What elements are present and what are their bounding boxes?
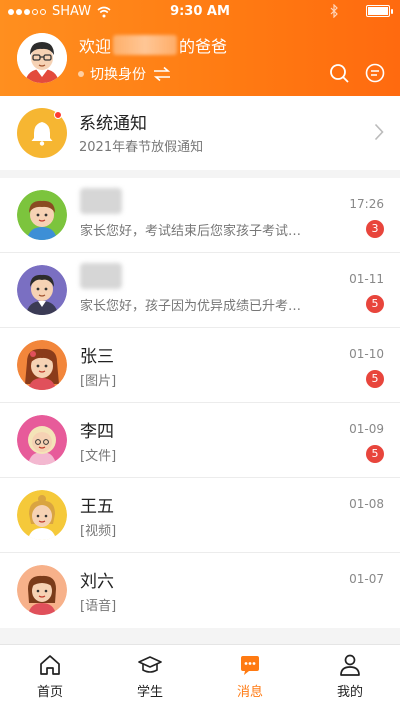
user-avatar[interactable]: [17, 33, 67, 83]
welcome-prefix: 欢迎: [79, 37, 112, 56]
message-row[interactable]: 张三 [图片] 01-10 5: [0, 328, 400, 403]
notice-subtitle: 2021年春节放假通知: [79, 140, 204, 155]
message-preview: [视频]: [80, 524, 117, 539]
app: SHAW 9:30 AM 欢迎 的爸爸 切换身份 系统通知 2021年春节放假通…: [0, 0, 400, 711]
system-notice-item[interactable]: 系统通知 2021年春节放假通知: [0, 96, 400, 170]
welcome-text: 欢迎 的爸爸: [79, 33, 227, 57]
bell-icon: [17, 108, 67, 158]
search-icon[interactable]: [328, 62, 350, 84]
message-preview: [图片]: [80, 374, 117, 389]
message-preview: [语音]: [80, 599, 117, 614]
blurred-name: [80, 263, 122, 289]
message-preview: 家长您好，孩子因为优异成绩已升考…: [80, 299, 302, 314]
battery-icon: [366, 5, 393, 17]
message-preview: [文件]: [80, 449, 117, 464]
graduation-cap-icon: [138, 656, 162, 673]
home-icon: [40, 655, 60, 675]
tab-label: 首页: [36, 685, 63, 700]
unread-badge: 5: [366, 370, 384, 388]
unread-dot: [54, 111, 62, 119]
tab-mine[interactable]: 我的: [300, 645, 400, 711]
message-time: 01-11: [349, 272, 384, 286]
message-time: 01-09: [349, 422, 384, 436]
grandma-pink-icon: [17, 415, 67, 465]
message-preview: 家长您好，考试结束后您家孩子考试…: [80, 224, 302, 239]
message-row[interactable]: 李四 [文件] 01-09 5: [0, 403, 400, 478]
contact-name: 王五: [80, 497, 114, 517]
message-row[interactable]: 家长您好，考试结束后您家孩子考试… 17:26 3: [0, 178, 400, 253]
message-time: 17:26: [349, 197, 384, 211]
man-purple-icon: [17, 265, 67, 315]
girl-peach-icon: [17, 565, 67, 615]
blurred-name: [80, 188, 122, 214]
message-row[interactable]: 刘六 [语音] 01-07: [0, 553, 400, 628]
boy-green-icon: [17, 190, 67, 240]
message-row[interactable]: 王五 [视频] 01-08: [0, 478, 400, 553]
tab-students[interactable]: 学生: [100, 645, 200, 711]
tab-messages[interactable]: 消息: [200, 645, 300, 711]
header: SHAW 9:30 AM 欢迎 的爸爸 切换身份: [0, 0, 400, 96]
girl-yellow-icon: [17, 490, 67, 540]
message-time: 01-10: [349, 347, 384, 361]
swap-icon: [153, 66, 171, 82]
message-row[interactable]: 家长您好，孩子因为优异成绩已升考… 01-11 5: [0, 253, 400, 328]
blurred-student-name: [113, 35, 178, 55]
tab-label: 学生: [136, 685, 163, 700]
person-icon: [340, 654, 360, 676]
father-avatar-icon: [17, 33, 67, 83]
contact-name: 刘六: [80, 572, 114, 592]
notice-title: 系统通知: [79, 114, 147, 134]
unread-badge: 5: [366, 445, 384, 463]
tab-label: 消息: [236, 685, 263, 700]
tab-label: 我的: [336, 685, 363, 700]
switch-role-button[interactable]: 切换身份: [78, 64, 172, 84]
contact-name: 李四: [80, 422, 114, 442]
chat-bubble-icon: [241, 656, 259, 675]
girl-orange-icon: [17, 340, 67, 390]
message-time: 01-08: [349, 497, 384, 511]
welcome-suffix: 的爸爸: [179, 37, 228, 56]
unread-badge: 3: [366, 220, 384, 238]
switch-role-label: 切换身份: [90, 67, 146, 83]
contact-name: 张三: [80, 347, 114, 367]
unread-badge: 5: [366, 295, 384, 313]
bullet-icon: [78, 71, 84, 77]
bluetooth-icon: [330, 4, 338, 18]
tab-bar: 首页 学生 消息 我的: [0, 644, 400, 711]
message-list: 家长您好，考试结束后您家孩子考试… 17:26 3 家长您好，孩子因为优异成绩已…: [0, 178, 400, 628]
message-icon[interactable]: [364, 62, 386, 84]
tab-home[interactable]: 首页: [0, 645, 100, 711]
status-bar: SHAW 9:30 AM: [0, 0, 400, 24]
message-time: 01-07: [349, 572, 384, 586]
chevron-right-icon: [374, 123, 384, 141]
